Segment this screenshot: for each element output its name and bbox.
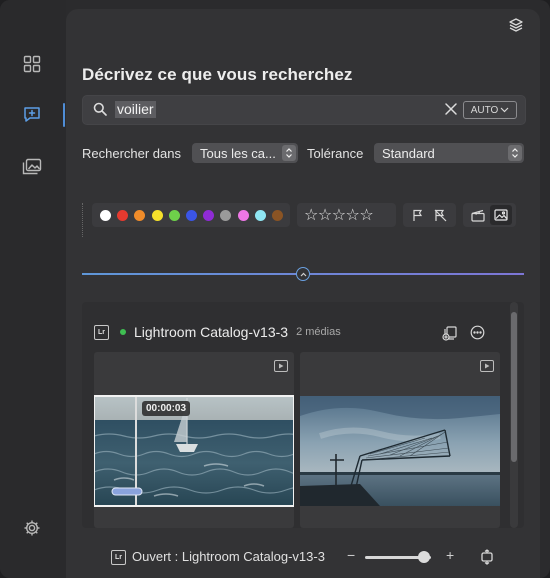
auto-mode-dropdown[interactable]: AUTO <box>463 101 517 119</box>
search-panel: Décrivez ce que vous recherchez voilier … <box>66 9 540 578</box>
chevron-up-icon <box>300 272 306 276</box>
star-icon[interactable]: ☆ <box>304 205 318 224</box>
sidebar <box>0 0 66 578</box>
search-in-select[interactable]: Tous les ca... <box>192 143 298 163</box>
settings-button[interactable] <box>20 516 44 540</box>
results-list: Lr Lightroom Catalog-v13-3 2 médias 00:0… <box>82 302 524 528</box>
star-icon[interactable]: ☆ <box>359 205 373 224</box>
photo-icon <box>494 209 508 221</box>
grid-view-button[interactable] <box>20 52 44 76</box>
search-icon <box>93 102 107 116</box>
color-label-dot[interactable] <box>203 210 215 221</box>
page-title: Décrivez ce que vous recherchez <box>82 65 353 84</box>
updown-icon <box>508 145 522 161</box>
status-footer: Lr Ouvert : Lightroom Catalog-v13-3 − + <box>66 536 540 578</box>
grid-icon <box>23 55 41 73</box>
catalog-header: Lr Lightroom Catalog-v13-3 2 médias <box>94 322 341 342</box>
photo-type-selected[interactable] <box>490 205 512 225</box>
sparkle-chat-icon <box>24 107 40 122</box>
color-label-dot[interactable] <box>168 210 180 221</box>
lightroom-badge: Lr <box>94 324 109 340</box>
catalog-name: Lightroom Catalog-v13-3 <box>134 324 289 340</box>
more-options-icon[interactable] <box>470 325 485 340</box>
video-badge-icon <box>480 360 494 372</box>
auto-mode-label: AUTO <box>470 104 499 116</box>
lightroom-badge: Lr <box>111 550 126 565</box>
updown-icon <box>282 145 296 161</box>
search-in-label: Rechercher dans <box>82 146 181 161</box>
add-to-collection-icon[interactable] <box>442 325 458 341</box>
color-label-dot[interactable] <box>151 210 163 221</box>
video-timecode: 00:00:03 <box>142 401 191 416</box>
color-label-dot[interactable] <box>117 210 129 221</box>
rating-filter[interactable]: ☆☆☆☆☆ <box>297 203 396 227</box>
results-scrollbar[interactable] <box>510 302 518 528</box>
photos-icon <box>22 158 42 175</box>
color-label-filter <box>92 203 290 227</box>
flag-icon[interactable] <box>412 209 424 222</box>
search-bar[interactable]: voilier AUTO <box>82 95 526 125</box>
star-icon[interactable]: ☆ <box>318 205 332 224</box>
open-catalog-label: Ouvert : Lightroom Catalog-v13-3 <box>132 549 325 564</box>
color-label-dot[interactable] <box>254 210 266 221</box>
star-rating[interactable]: ☆☆☆☆☆ <box>304 205 374 224</box>
active-indicator <box>63 103 65 127</box>
fishing-net-video-frame <box>300 396 500 507</box>
color-label-dot[interactable] <box>100 210 111 221</box>
color-label-dot[interactable] <box>237 210 249 221</box>
tolerance-select[interactable]: Standard <box>374 143 524 163</box>
layers-icon <box>509 18 523 32</box>
flag-filter <box>403 203 456 227</box>
media-thumbnail[interactable]: 00:00:03 <box>94 352 294 528</box>
video-clapper-icon[interactable] <box>471 209 485 222</box>
sailboat-image <box>94 396 294 506</box>
color-label-dot[interactable] <box>272 210 283 221</box>
gear-icon <box>24 520 40 536</box>
fit-to-window-icon[interactable] <box>480 549 494 565</box>
status-dot <box>120 329 126 335</box>
star-icon[interactable]: ☆ <box>346 205 360 224</box>
media-type-filter <box>463 203 516 227</box>
color-label-dot[interactable] <box>134 210 146 221</box>
sailboat-video-frame: 00:00:03 <box>94 395 294 507</box>
zoom-slider-knob[interactable] <box>418 551 431 563</box>
search-input[interactable]: voilier <box>115 101 156 118</box>
scrollbar-thumb[interactable] <box>511 312 517 462</box>
fishing-boat-image <box>300 396 500 507</box>
tolerance-label: Tolérance <box>307 146 364 161</box>
filters-divider <box>82 203 85 237</box>
zoom-in-button[interactable]: + <box>446 547 454 563</box>
media-count: 2 médias <box>296 326 341 338</box>
unflag-icon[interactable] <box>434 209 447 222</box>
app-window: Décrivez ce que vous recherchez voilier … <box>0 0 550 578</box>
color-label-dot[interactable] <box>186 210 197 221</box>
ai-search-button[interactable] <box>20 103 44 127</box>
star-icon[interactable]: ☆ <box>332 205 346 224</box>
layers-button[interactable] <box>508 17 524 33</box>
media-thumbnail[interactable] <box>300 352 500 528</box>
timeline-collapse-button[interactable] <box>296 267 310 281</box>
clear-icon[interactable] <box>444 102 458 116</box>
video-badge-icon <box>274 360 288 372</box>
search-in-value: Tous les ca... <box>200 145 276 161</box>
color-label-dot[interactable] <box>220 210 232 221</box>
media-library-button[interactable] <box>20 155 44 179</box>
zoom-out-button[interactable]: − <box>347 547 355 563</box>
chevron-down-icon <box>500 107 509 113</box>
tolerance-value: Standard <box>382 145 435 161</box>
